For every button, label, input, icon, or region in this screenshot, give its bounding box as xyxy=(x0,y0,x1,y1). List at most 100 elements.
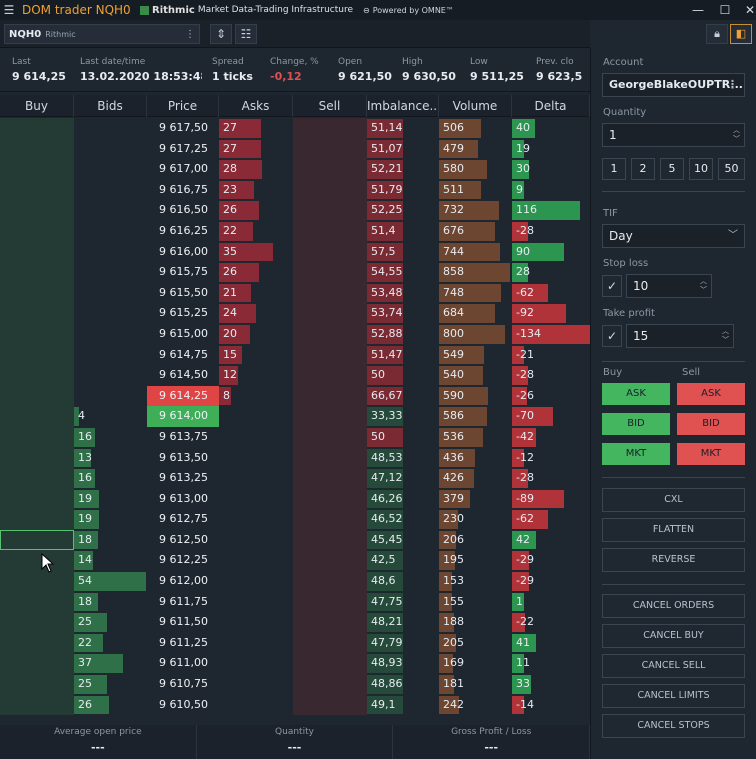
cxl-button[interactable]: CXL xyxy=(602,488,745,512)
ask-size-cell[interactable] xyxy=(219,592,293,613)
buy-cell[interactable] xyxy=(0,385,74,407)
bid-size-cell[interactable] xyxy=(74,365,147,386)
bid-size-cell[interactable]: 19 xyxy=(74,509,147,530)
stop-loss-input[interactable]: 10 ︿ ﹀ xyxy=(626,274,712,298)
qty-preset-50[interactable]: 50 xyxy=(718,158,745,180)
buy-cell[interactable] xyxy=(0,303,74,324)
sell-cell[interactable] xyxy=(293,426,367,448)
buy-bid-button[interactable]: BID xyxy=(602,413,670,435)
bid-size-cell[interactable] xyxy=(74,242,147,263)
ask-size-cell[interactable]: 35 xyxy=(219,242,293,263)
buy-cell[interactable] xyxy=(0,591,74,613)
ask-size-cell[interactable] xyxy=(219,633,293,654)
bid-size-cell[interactable]: 25 xyxy=(74,674,147,695)
hamburger-icon[interactable]: ☰ xyxy=(0,3,18,17)
ask-size-cell[interactable] xyxy=(219,674,293,695)
bid-size-cell[interactable]: 25 xyxy=(74,612,147,633)
bid-size-cell[interactable] xyxy=(74,262,147,283)
sell-cell[interactable] xyxy=(293,488,367,510)
sell-cell[interactable] xyxy=(293,179,367,201)
bid-size-cell[interactable]: 26 xyxy=(74,695,147,716)
buy-cell[interactable] xyxy=(0,220,74,242)
ask-size-cell[interactable]: 27 xyxy=(219,118,293,139)
settings-sliders-icon[interactable]: ☷ xyxy=(235,24,257,44)
sell-cell[interactable] xyxy=(293,159,367,180)
sell-cell[interactable] xyxy=(293,632,367,654)
sell-cell[interactable] xyxy=(293,529,367,551)
bid-size-cell[interactable] xyxy=(74,200,147,221)
stop-loss-stepper[interactable]: ︿ ﹀ xyxy=(700,277,707,295)
bid-size-cell[interactable] xyxy=(74,159,147,180)
lock-icon[interactable]: 🔒︎ xyxy=(706,24,728,44)
ask-size-cell[interactable]: 28 xyxy=(219,159,293,180)
sell-cell[interactable] xyxy=(293,138,367,160)
sell-cell[interactable] xyxy=(293,220,367,242)
buy-cell[interactable] xyxy=(0,179,74,201)
buy-cell[interactable] xyxy=(0,550,74,572)
stop-loss-checkbox[interactable]: ✓ xyxy=(602,275,622,297)
quantity-stepper[interactable]: ︿ ﹀ xyxy=(733,126,740,144)
buy-cell[interactable] xyxy=(0,282,74,304)
sell-cell[interactable] xyxy=(293,241,367,263)
sell-cell[interactable] xyxy=(293,303,367,324)
col-header-sell[interactable]: Sell xyxy=(293,95,367,117)
buy-cell[interactable] xyxy=(0,612,74,633)
qty-preset-1[interactable]: 1 xyxy=(602,158,626,180)
buy-cell[interactable] xyxy=(0,529,74,551)
sell-mkt-button[interactable]: MKT xyxy=(677,443,745,465)
cancel-sell-button[interactable]: CANCEL SELL xyxy=(602,654,745,678)
ask-size-cell[interactable] xyxy=(219,489,293,510)
bid-size-cell[interactable]: 19 xyxy=(74,489,147,510)
buy-mkt-button[interactable]: MKT xyxy=(602,443,670,465)
ask-size-cell[interactable]: 24 xyxy=(219,303,293,324)
sell-cell[interactable] xyxy=(293,550,367,572)
sell-cell[interactable] xyxy=(293,344,367,366)
ask-size-cell[interactable] xyxy=(219,550,293,571)
col-header-imbalance[interactable]: Imbalance... xyxy=(367,95,439,117)
sell-bid-button[interactable]: BID xyxy=(677,413,745,435)
ask-size-cell[interactable] xyxy=(219,530,293,551)
more-icon[interactable]: ⋮ xyxy=(185,29,195,40)
sell-cell[interactable] xyxy=(293,612,367,633)
bid-size-cell[interactable]: 14 xyxy=(74,550,147,571)
sell-cell[interactable] xyxy=(293,694,367,716)
sell-cell[interactable] xyxy=(293,509,367,530)
sell-cell[interactable] xyxy=(293,591,367,613)
ask-size-cell[interactable]: 26 xyxy=(219,200,293,221)
center-price-icon[interactable]: ⇕ xyxy=(210,24,232,44)
ask-size-cell[interactable]: 23 xyxy=(219,180,293,201)
buy-cell[interactable] xyxy=(0,632,74,654)
buy-cell[interactable] xyxy=(0,365,74,386)
close-icon[interactable]: ✕ xyxy=(738,0,756,20)
sell-cell[interactable] xyxy=(293,674,367,695)
bid-size-cell[interactable] xyxy=(74,118,147,139)
account-selector[interactable]: GeorgeBlakeOUPTR... ⋮ xyxy=(602,73,745,97)
bid-size-cell[interactable] xyxy=(74,221,147,242)
ask-size-cell[interactable]: 21 xyxy=(219,283,293,304)
bid-size-cell[interactable] xyxy=(74,386,147,407)
buy-cell[interactable] xyxy=(0,159,74,180)
bid-size-cell[interactable]: 16 xyxy=(74,427,147,448)
bid-size-cell[interactable]: 54 xyxy=(74,571,147,592)
sell-cell[interactable] xyxy=(293,282,367,304)
cancel-orders-button[interactable]: CANCEL ORDERS xyxy=(602,594,745,618)
buy-cell[interactable] xyxy=(0,200,74,221)
ask-size-cell[interactable]: 22 xyxy=(219,221,293,242)
buy-cell[interactable] xyxy=(0,323,74,345)
bid-size-cell[interactable] xyxy=(74,345,147,366)
ask-size-cell[interactable] xyxy=(219,406,293,427)
col-header-asks[interactable]: Asks xyxy=(219,95,293,117)
sell-cell[interactable] xyxy=(293,468,367,489)
qty-preset-5[interactable]: 5 xyxy=(660,158,684,180)
sell-cell[interactable] xyxy=(293,447,367,469)
sell-cell[interactable] xyxy=(293,406,367,427)
buy-cell[interactable] xyxy=(0,406,74,427)
ask-size-cell[interactable]: 15 xyxy=(219,345,293,366)
buy-cell[interactable] xyxy=(0,694,74,716)
buy-cell[interactable] xyxy=(0,262,74,283)
buy-cell[interactable] xyxy=(0,674,74,695)
bid-size-cell[interactable]: 18 xyxy=(74,592,147,613)
bid-size-cell[interactable] xyxy=(74,303,147,324)
col-header-bids[interactable]: Bids xyxy=(74,95,147,117)
bid-size-cell[interactable] xyxy=(74,139,147,160)
